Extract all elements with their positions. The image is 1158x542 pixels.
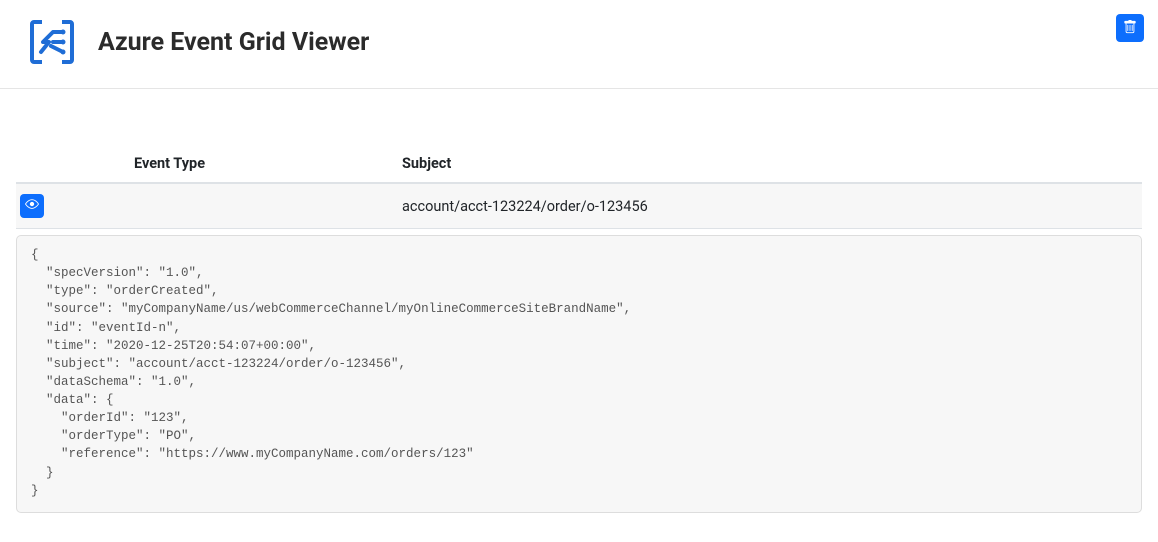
table-header-subject: Subject — [402, 145, 1142, 183]
table-row[interactable]: account/acct-123224/order/o-123456 — [16, 183, 1142, 229]
table-header-blank — [16, 145, 134, 183]
header: Azure Event Grid Viewer — [0, 0, 1158, 89]
table-header-event-type: Event Type — [134, 145, 402, 183]
app-logo — [28, 18, 76, 66]
cell-subject: account/acct-123224/order/o-123456 — [402, 183, 1142, 229]
page-title: Azure Event Grid Viewer — [98, 28, 369, 57]
view-detail-button[interactable] — [20, 194, 44, 218]
eye-icon — [25, 197, 39, 215]
events-table: Event Type Subject ac — [16, 145, 1142, 229]
cell-event-type — [134, 183, 402, 229]
content: Event Type Subject ac — [0, 145, 1158, 513]
event-json: { "specVersion": "1.0", "type": "orderCr… — [31, 246, 1127, 500]
table-header-row: Event Type Subject — [16, 145, 1142, 183]
trash-icon — [1123, 19, 1137, 38]
event-detail-panel: { "specVersion": "1.0", "type": "orderCr… — [16, 235, 1142, 513]
clear-button[interactable] — [1116, 14, 1144, 42]
